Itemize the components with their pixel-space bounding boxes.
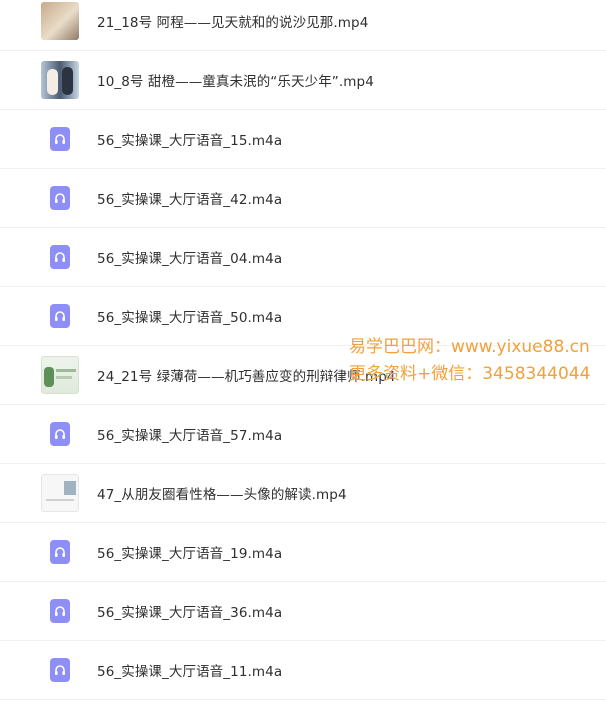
- headphones-icon: [50, 127, 70, 151]
- list-item[interactable]: 47_从朋友圈看性格——头像的解读.mp4: [0, 464, 606, 523]
- headphones-icon: [50, 599, 70, 623]
- file-name: 56_实操课_大厅语音_11.m4a: [97, 664, 283, 680]
- file-name: 47_从朋友圈看性格——头像的解读.mp4: [97, 487, 347, 503]
- headphones-icon: [50, 304, 70, 328]
- video-thumbnail: [41, 61, 79, 99]
- file-name: 56_实操课_大厅语音_19.m4a: [97, 546, 283, 562]
- file-name: 56_实操课_大厅语音_04.m4a: [97, 251, 283, 267]
- list-item[interactable]: 21_18号 阿程——见天就和的说沙见那.mp4: [0, 0, 606, 51]
- list-item[interactable]: 56_实操课_大厅语音_04.m4a: [0, 228, 606, 287]
- file-name: 10_8号 甜橙——童真未泯的“乐天少年”.mp4: [97, 74, 374, 90]
- file-name: 21_18号 阿程——见天就和的说沙见那.mp4: [97, 15, 369, 31]
- headphones-icon: [50, 186, 70, 210]
- list-item[interactable]: 10_8号 甜橙——童真未泯的“乐天少年”.mp4: [0, 51, 606, 110]
- watermark-text: 易学巴巴网：www.yixue88.cn: [349, 337, 590, 357]
- file-name: 56_实操课_大厅语音_50.m4a: [97, 310, 283, 326]
- list-item[interactable]: 56_实操课_大厅语音_36.m4a: [0, 582, 606, 641]
- watermark-text: 更多资料+微信：3458344044: [349, 364, 591, 384]
- headphones-icon: [50, 245, 70, 269]
- list-item[interactable]: 56_实操课_大厅语音_42.m4a: [0, 169, 606, 228]
- video-thumbnail: [41, 356, 79, 394]
- headphones-icon: [50, 422, 70, 446]
- file-name: 56_实操课_大厅语音_15.m4a: [97, 133, 283, 149]
- video-thumbnail: [41, 474, 79, 512]
- headphones-icon: [50, 540, 70, 564]
- video-thumbnail: [41, 2, 79, 40]
- list-item[interactable]: 56_实操课_大厅语音_19.m4a: [0, 523, 606, 582]
- list-item[interactable]: 56_实操课_大厅语音_15.m4a: [0, 110, 606, 169]
- headphones-icon: [50, 658, 70, 682]
- file-name: 56_实操课_大厅语音_57.m4a: [97, 428, 283, 444]
- list-item[interactable]: 56_实操课_大厅语音_11.m4a: [0, 641, 606, 700]
- list-item[interactable]: 56_实操课_大厅语音_57.m4a: [0, 405, 606, 464]
- file-name: 56_实操课_大厅语音_42.m4a: [97, 192, 283, 208]
- file-name: 56_实操课_大厅语音_36.m4a: [97, 605, 283, 621]
